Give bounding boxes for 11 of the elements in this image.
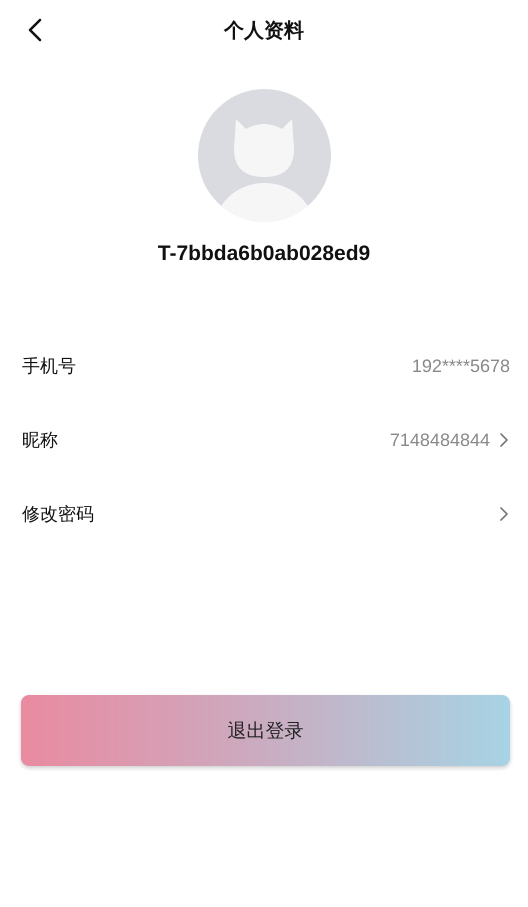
- username: T-7bbda6b0ab028ed9: [158, 242, 370, 266]
- row-label[interactable]: 修改密码: [22, 502, 94, 526]
- row-value: 7148484844: [390, 430, 490, 450]
- logout-button[interactable]: 退出登录: [21, 695, 510, 766]
- row-label[interactable]: 昵称: [22, 428, 58, 452]
- avatar-icon: [198, 89, 330, 222]
- row-value: 192****5678: [412, 356, 510, 376]
- page-title: 个人资料: [224, 18, 304, 44]
- row-label: 手机号: [22, 355, 76, 378]
- chevron-icon[interactable]: [498, 432, 510, 448]
- chevron-icon[interactable]: [498, 506, 510, 522]
